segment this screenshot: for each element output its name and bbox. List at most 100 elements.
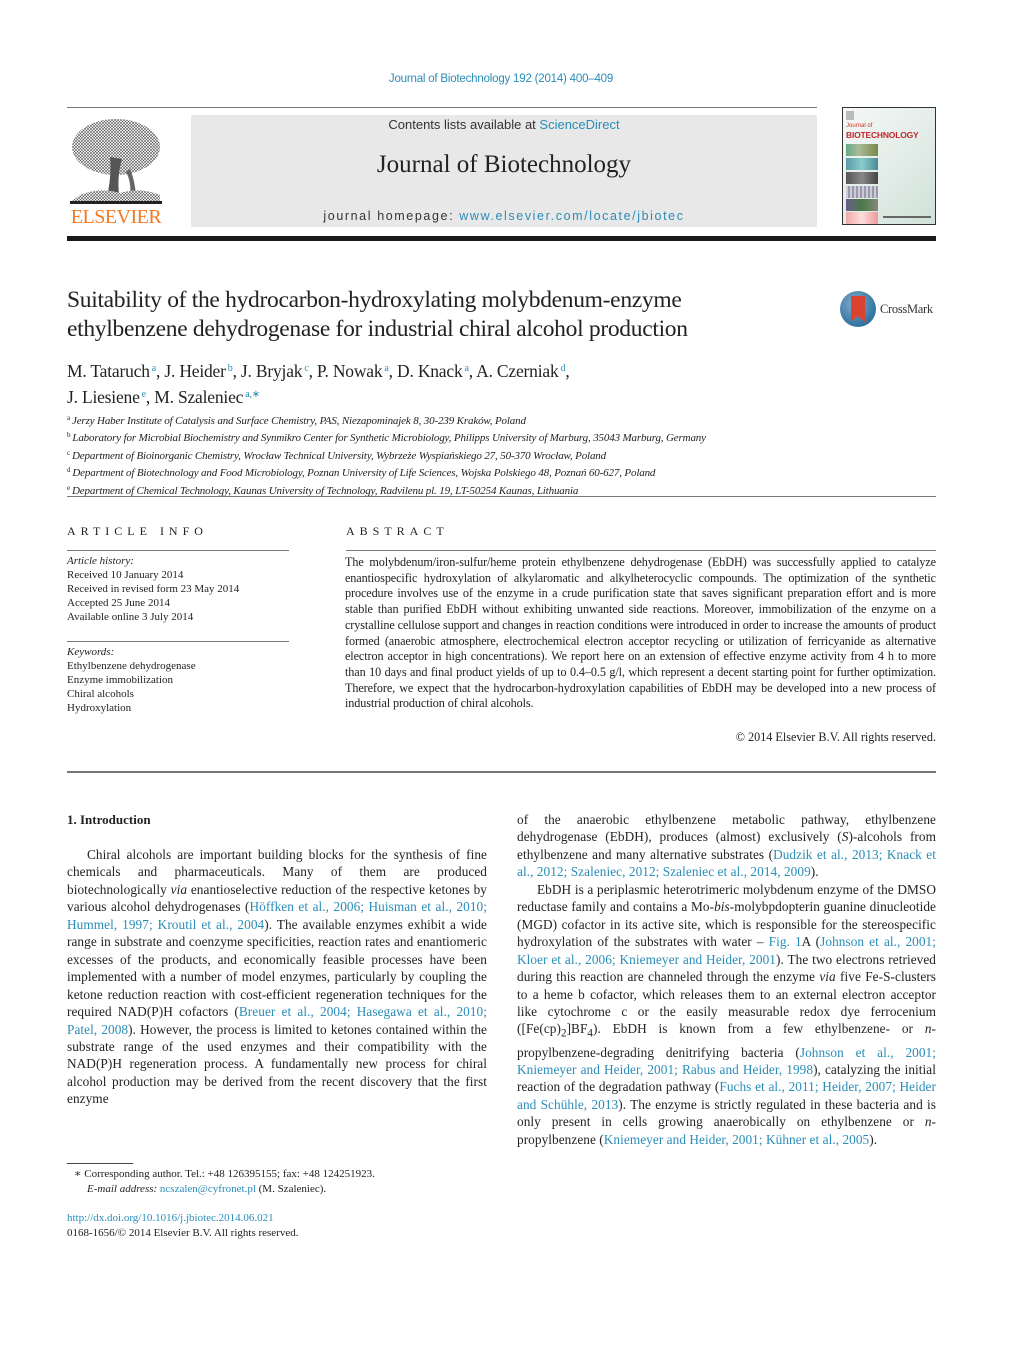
affiliation-key: e [67, 483, 70, 492]
homepage-line: journal homepage: www.elsevier.com/locat… [191, 209, 817, 223]
author-name[interactable]: P. Nowak [317, 361, 383, 381]
section-rule [67, 771, 936, 773]
body-column-right: of the anaerobic ethylbenzene metabolic … [517, 811, 936, 1148]
author-affiliation-marker[interactable]: b [228, 363, 233, 374]
abstract-rule [346, 550, 936, 551]
italic-text: via [170, 881, 188, 897]
subscript: 2 [560, 1028, 567, 1041]
affiliation-key: a [67, 414, 70, 422]
email-link[interactable]: ncszalen@cyfronet.pl [160, 1183, 256, 1195]
history-label: Article history: [67, 555, 134, 567]
affiliation-list: a Jerzy Haber Institute of Catalysis and … [67, 411, 937, 498]
journal-cover-thumbnail[interactable]: Journal of BIOTECHNOLOGY [842, 107, 936, 225]
elsevier-logo[interactable]: ELSEVIER [66, 115, 166, 230]
affiliation-item: a Jerzy Haber Institute of Catalysis and … [67, 411, 937, 428]
citation-link[interactable]: Johnson et al., 2001; Kniemeyer and Heid… [517, 1045, 936, 1077]
cover-image-2 [846, 158, 878, 170]
citation-link[interactable]: Johnson et al., 2001; Kloer et al., 2006… [517, 934, 936, 966]
author-affiliation-marker[interactable]: a [152, 363, 156, 374]
email-label: E-mail address: [87, 1182, 160, 1195]
author-name[interactable]: J. Liesiene [67, 387, 140, 407]
article-title-line-1: Suitability of the hydrocarbon-hydroxyla… [67, 287, 682, 313]
keywords-rule [67, 641, 289, 642]
contents-line: Contents lists available at ScienceDirec… [191, 117, 817, 132]
history-item: Available online 3 July 2014 [67, 611, 194, 623]
author-affiliation-marker[interactable]: c [304, 363, 308, 374]
citation-link[interactable]: Höffken et al., 2006; Huisman et al., 20… [67, 899, 487, 931]
intro-paragraph-1: Chiral alcohols are important building b… [67, 847, 488, 1107]
footnote-rule [67, 1163, 133, 1164]
crossmark-label: CrossMark [880, 302, 933, 316]
author-name[interactable]: D. Knack [397, 361, 463, 381]
keywords-list: Keywords: Ethylbenzene dehydrogenase Enz… [67, 645, 289, 715]
history-item: Received in revised form 23 May 2014 [67, 583, 240, 595]
homepage-link[interactable]: www.elsevier.com/locate/jbiotec [459, 209, 684, 223]
affiliation-text: Department of Chemical Technology, Kauna… [71, 484, 579, 497]
abstract-copyright: © 2014 Elsevier B.V. All rights reserved… [735, 730, 936, 744]
article-info-heading: ARTICLE INFO [67, 524, 208, 538]
cover-image-1 [846, 144, 878, 156]
affiliation-key: d [67, 466, 71, 475]
keyword-item: Enzyme immobilization [67, 674, 174, 686]
author-affiliation-marker[interactable]: a,∗ [245, 389, 260, 400]
author-affiliation-marker[interactable]: a [384, 363, 388, 374]
body-column-left: Chiral alcohols are important building b… [67, 846, 487, 1108]
author-name[interactable]: A. Czerniak [476, 361, 559, 381]
citation-link[interactable]: Kniemeyer and Heider, 2001; Kühner et al… [604, 1132, 869, 1147]
subscript: 4 [587, 1028, 593, 1041]
issn-copyright: 0168-1656/© 2014 Elsevier B.V. All right… [67, 1226, 299, 1239]
contents-prefix: Contents lists available at [388, 117, 540, 132]
elsevier-tree-icon [70, 119, 162, 204]
journal-reference-link[interactable]: Journal of Biotechnology 192 (2014) 400–… [0, 73, 1002, 85]
intro-paragraph-2: EbDH is a periplasmic heterotrimeric mol… [517, 881, 937, 1147]
history-item: Received 10 January 2014 [67, 569, 184, 581]
citation-link[interactable]: Dudzik et al., 2013; Knack et al., 2012;… [517, 847, 936, 879]
italic-text: n [924, 1114, 932, 1130]
author-name[interactable]: M. Tataruch [67, 361, 150, 381]
author-name[interactable]: J. Bryjak [241, 361, 303, 381]
keyword-item: Chiral alcohols [67, 688, 134, 700]
affiliation-item: b Laboratory for Microbial Biochemistry a… [67, 428, 937, 445]
cover-image-4 [846, 186, 878, 198]
italic-text: n [924, 1021, 932, 1037]
journal-title: Journal of Biotechnology [376, 151, 632, 178]
article-info-rule [67, 550, 289, 551]
author-affiliation-marker[interactable]: e [142, 389, 146, 400]
affiliation-key: c [67, 448, 70, 457]
cover-image-5 [846, 199, 878, 211]
header-top-rule [67, 107, 817, 108]
homepage-prefix: journal homepage: [323, 209, 460, 223]
cover-title-small: Journal of [846, 123, 873, 129]
article-title-line-2: ethylbenzene dehydrogenase for industria… [67, 316, 688, 342]
elsevier-wordmark: ELSEVIER [70, 206, 162, 228]
keywords-label: Keywords: [67, 646, 115, 658]
footnotes: ∗ Corresponding author. Tel.: +48 126395… [74, 1167, 494, 1196]
italic-text: via [819, 969, 836, 985]
italic-text: S [841, 829, 849, 845]
article-history: Article history: Received 10 January 201… [67, 554, 289, 624]
author-affiliation-marker[interactable]: a [465, 363, 469, 374]
sciencedirect-link[interactable]: ScienceDirect [539, 117, 619, 132]
abstract-text: The molybdenum/iron-sulfur/heme protein … [345, 555, 936, 711]
citation-link[interactable]: Breuer et al., 2004; Hasegawa et al., 20… [67, 1004, 487, 1036]
keyword-item: Hydroxylation [67, 702, 132, 714]
citation-link[interactable]: Fig. 1 [769, 934, 802, 949]
author-name[interactable]: M. Szaleniec [154, 387, 243, 407]
corresponding-author-note: ∗ Corresponding author. Tel.: +48 126395… [74, 1168, 375, 1180]
keyword-item: Ethylbenzene dehydrogenase [67, 660, 196, 672]
doi-link[interactable]: http://dx.doi.org/10.1016/j.jbiotec.2014… [67, 1211, 487, 1226]
intro-paragraph-1-continued: of the anaerobic ethylbenzene metabolic … [517, 812, 936, 880]
affiliation-item: d Department of Biotechnology and Food Mi… [67, 463, 937, 480]
author-list: M. Tataruch a, J. Heider b, J. Bryjak c, P.… [67, 361, 570, 407]
cover-badge [846, 111, 854, 120]
author-name[interactable]: J. Heider [164, 361, 226, 381]
affiliation-item: c Department of Bioinorganic Chemistry, W… [67, 446, 937, 463]
cover-image-6 [846, 212, 878, 224]
affiliation-text: Department of Bioinorganic Chemistry, Wr… [71, 449, 607, 462]
history-item: Accepted 25 June 2014 [67, 597, 170, 609]
affiliation-key: b [67, 431, 71, 440]
crossmark-button[interactable]: CrossMark [840, 291, 940, 329]
author-affiliation-marker[interactable]: d [561, 363, 566, 374]
citation-link[interactable]: Fuchs et al., 2011; Heider, 2007; Heider… [517, 1079, 936, 1111]
header-thick-rule [67, 236, 936, 241]
